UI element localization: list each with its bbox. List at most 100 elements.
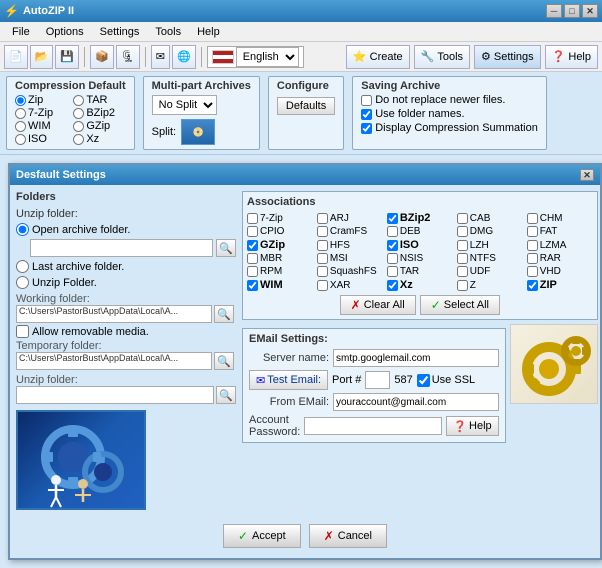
assoc-iso-check[interactable] — [387, 240, 398, 251]
assoc-dmg-check[interactable] — [457, 226, 468, 237]
cancel-button[interactable]: ✗ Cancel — [309, 524, 387, 548]
use-folder-names-check[interactable] — [361, 109, 372, 120]
toolbar-open-btn[interactable]: 📂 — [30, 45, 54, 69]
wim-radio[interactable] — [15, 121, 26, 132]
menu-settings[interactable]: Settings — [92, 24, 148, 40]
toolbar-save-btn[interactable]: 💾 — [55, 45, 79, 69]
assoc-zip-check[interactable] — [527, 280, 538, 291]
browse2-icon: 🔍 — [217, 308, 231, 321]
clear-all-button[interactable]: ✗ Clear All — [340, 295, 416, 315]
assoc-lzh-check[interactable] — [457, 240, 468, 251]
working-browse-btn[interactable]: 🔍 — [214, 305, 234, 323]
unzip-subfolder-input[interactable] — [16, 386, 214, 404]
allow-removable-check[interactable] — [16, 325, 29, 338]
accept-button[interactable]: ✓ Accept — [223, 524, 301, 548]
select-all-button[interactable]: ✓ Select All — [420, 295, 500, 315]
email-section: EMail Settings: Server name: ✉ Test Emai… — [242, 328, 506, 443]
test-email-button[interactable]: ✉ Test Email: — [249, 370, 328, 390]
maximize-button[interactable]: □ — [564, 4, 580, 18]
server-input[interactable] — [333, 349, 499, 367]
assoc-mbr-check[interactable] — [247, 253, 258, 264]
port-input[interactable] — [365, 371, 390, 389]
bzip2-radio[interactable] — [73, 108, 84, 119]
xz-radio[interactable] — [73, 134, 84, 145]
7zip-radio[interactable] — [15, 108, 26, 119]
assoc-tar-check[interactable] — [387, 266, 398, 277]
open-archive-radio[interactable] — [16, 223, 29, 236]
help-button[interactable]: ❓ Help — [545, 45, 598, 69]
email-title: EMail Settings: — [249, 333, 499, 345]
assoc-wim-check[interactable] — [247, 280, 258, 291]
toolbar-email-btn[interactable]: ✉ — [151, 45, 170, 69]
menu-tools[interactable]: Tools — [147, 24, 189, 40]
assoc-gzip-check[interactable] — [247, 240, 258, 251]
accept-icon: ✓ — [238, 529, 248, 543]
assoc-rpm-check[interactable] — [247, 266, 258, 277]
assoc-deb-label: DEB — [400, 226, 421, 237]
assoc-fat-check[interactable] — [527, 226, 538, 237]
toolbar-new-btn[interactable]: 📄 — [4, 45, 28, 69]
unzip-subfolder-browse-btn[interactable]: 🔍 — [216, 386, 236, 404]
assoc-bzip2-label: BZip2 — [400, 212, 431, 224]
assoc-bzip2-check[interactable] — [387, 213, 398, 224]
display-compression-check[interactable] — [361, 123, 372, 134]
no-replace-newer-check[interactable] — [361, 95, 372, 106]
assoc-z-check[interactable] — [457, 280, 468, 291]
assoc-nsis-check[interactable] — [387, 253, 398, 264]
toolbar-separator2 — [145, 47, 146, 67]
tools-button[interactable]: 🔧 Tools — [414, 45, 470, 69]
account-input[interactable] — [304, 417, 442, 435]
open-archive-browse-btn[interactable]: 🔍 — [216, 239, 236, 257]
close-button[interactable]: ✕ — [582, 4, 598, 18]
minimize-button[interactable]: ─ — [546, 4, 562, 18]
iso-radio[interactable] — [15, 134, 26, 145]
unzip-folder-radio[interactable] — [16, 276, 29, 289]
toolbar-web-btn[interactable]: 🌐 — [172, 45, 196, 69]
assoc-lzma-check[interactable] — [527, 240, 538, 251]
assoc-cpio-check[interactable] — [247, 226, 258, 237]
assoc-rar-label: RAR — [540, 253, 561, 264]
toolbar-btn3[interactable]: 🗜 — [116, 45, 140, 69]
menu-options[interactable]: Options — [38, 24, 92, 40]
gzip-radio[interactable] — [73, 121, 84, 132]
help-button2[interactable]: ❓ Help — [446, 416, 498, 436]
assoc-msi-check[interactable] — [317, 253, 328, 264]
assoc-xar-check[interactable] — [317, 280, 328, 291]
toolbar-btn2[interactable]: 📦 — [90, 45, 114, 69]
blue-gear-image — [16, 410, 146, 510]
dialog-close-button[interactable]: ✕ — [580, 169, 594, 181]
assoc-xz-check[interactable] — [387, 280, 398, 291]
saving-title: Saving Archive — [361, 80, 538, 92]
create-button[interactable]: ⭐ Create — [346, 45, 410, 69]
from-input[interactable] — [333, 393, 499, 411]
menu-help[interactable]: Help — [189, 24, 228, 40]
assoc-chm-check[interactable] — [527, 213, 538, 224]
menu-file[interactable]: File — [4, 24, 38, 40]
assoc-squashfs-check[interactable] — [317, 266, 328, 277]
language-dropdown[interactable]: English — [236, 47, 299, 67]
assoc-7zip-check[interactable] — [247, 213, 258, 224]
unzip-subfolder-section: Unzip folder: 🔍 — [16, 374, 236, 404]
defaults-button[interactable]: Defaults — [277, 97, 335, 115]
ssl-check[interactable] — [417, 374, 430, 387]
toolbar: 📄 📂 💾 📦 🗜 ✉ 🌐 English ⭐ Create 🔧 Tools — [0, 42, 602, 72]
assoc-dmg-label: DMG — [470, 226, 493, 237]
assoc-udf-check[interactable] — [457, 266, 468, 277]
language-selector[interactable]: English — [207, 46, 304, 68]
assoc-cab-check[interactable] — [457, 213, 468, 224]
assoc-cramfs-check[interactable] — [317, 226, 328, 237]
temp-browse-btn[interactable]: 🔍 — [214, 352, 234, 370]
assoc-arj-check[interactable] — [317, 213, 328, 224]
zip-radio[interactable] — [15, 95, 26, 106]
open-archive-input[interactable] — [30, 239, 213, 257]
tar-radio[interactable] — [73, 95, 84, 106]
tools-icon: 🔧 — [421, 50, 435, 63]
assoc-deb-check[interactable] — [387, 226, 398, 237]
assoc-hfs-check[interactable] — [317, 240, 328, 251]
settings-button[interactable]: ⚙ Settings — [474, 45, 541, 69]
last-archive-radio[interactable] — [16, 260, 29, 273]
assoc-ntfs-check[interactable] — [457, 253, 468, 264]
assoc-rar-check[interactable] — [527, 253, 538, 264]
assoc-vhd-check[interactable] — [527, 266, 538, 277]
split-dropdown[interactable]: No Split — [152, 95, 217, 115]
